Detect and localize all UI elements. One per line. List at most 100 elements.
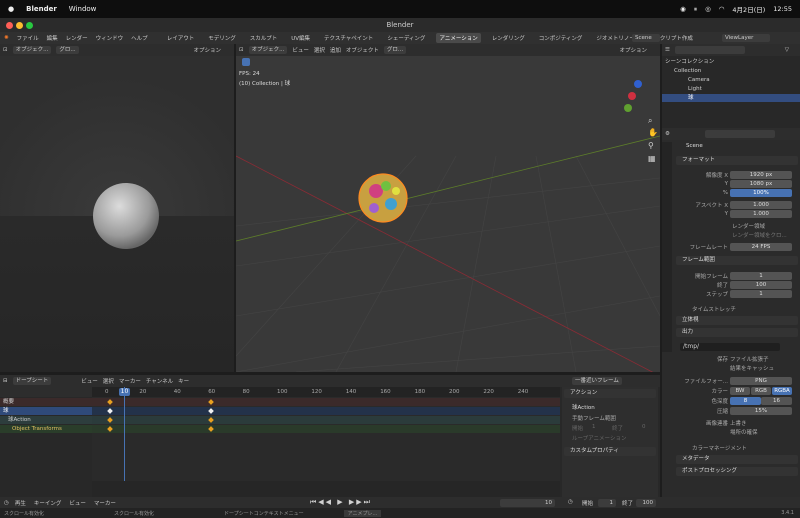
menu-edit[interactable]: 編集 [47,34,58,42]
compress-slider[interactable]: 15% [730,406,792,415]
tab-uv[interactable]: UV編集 [288,33,313,43]
playhead[interactable] [124,387,125,481]
tab-shading[interactable]: シェーディング [384,33,428,43]
maximize-window-button[interactable] [26,22,33,29]
channel-transforms[interactable]: Object Transforms [0,425,92,433]
hand-icon[interactable]: ✋ [648,128,658,137]
dopesheet-type-icon[interactable]: ⊟ [3,378,8,384]
end-frame-field[interactable]: 100 [636,498,656,507]
eye-icon[interactable]: ◎ [705,5,711,13]
output-path-field[interactable]: /tmp/ [680,343,780,351]
framerate-select[interactable]: 24 FPS [730,242,792,251]
ds-menu-select[interactable]: 選択 [103,377,114,385]
current-frame-field[interactable]: 10 [500,498,555,507]
custom-props-panel[interactable]: カスタムプロパティ [564,447,656,456]
color-rgba-button[interactable]: RGBA [772,386,792,395]
channel-summary[interactable]: 概要 [0,398,92,406]
tl-view-menu[interactable]: ビュー [69,499,86,507]
close-window-button[interactable] [6,22,13,29]
format-panel[interactable]: フォーマット [676,156,798,165]
cyclic-checkbox[interactable]: ループアニメーション [572,434,626,442]
snap-select[interactable]: 一番近いフレーム [572,377,622,385]
filter-icon[interactable]: ▽ [785,47,789,53]
cache-checkbox[interactable]: 結果をキャッシュ [730,364,774,372]
channel-action[interactable]: 球Action [0,416,92,424]
depth-16-button[interactable]: 16 [761,396,792,405]
menu-add[interactable]: 追加 [330,46,341,54]
playback-controls[interactable]: ⏮◀◀ ▶ ▶▶⏭ [310,498,372,507]
action-panel-title[interactable]: アクション [564,389,656,398]
main-editor-type-icon[interactable]: ⊡ [239,47,244,53]
menu-view[interactable]: ビュー [292,46,309,54]
menu-window[interactable]: ウィンドウ [96,34,124,42]
menu-file[interactable]: ファイル [17,34,39,42]
time-stretch-panel[interactable]: タイムストレッチ [692,305,736,313]
resolution-percent-field[interactable]: 100% [730,188,792,197]
left-shading-select[interactable]: グロ... [56,46,79,54]
action-name-field[interactable]: 球Action [572,403,595,411]
tab-sculpt[interactable]: スカルプト [247,33,281,43]
current-frame-indicator[interactable]: 10 [119,388,130,396]
minimize-window-button[interactable] [16,22,23,29]
start-frame-field[interactable]: 1 [598,498,616,507]
main-orientation-select[interactable]: グロ... [383,46,407,54]
frame-step-field[interactable]: 1 [730,289,792,298]
res-y-field[interactable]: 1080 px [730,179,792,188]
color-bw-button[interactable]: BW [730,386,750,395]
ds-menu-channel[interactable]: チャンネル [146,377,173,385]
timeline-type-icon[interactable]: ◷ [4,500,9,506]
outliner-sphere[interactable]: 球 [662,94,800,102]
stereo-panel[interactable]: 立体視 [676,316,798,325]
file-ext-checkbox[interactable]: ファイル拡張子 [730,355,769,363]
overwrite-checkbox[interactable]: 上書き [730,419,747,427]
wifi-icon[interactable]: ◠ [719,5,725,13]
crop-checkbox[interactable]: レンダー領域をクロ... [732,231,787,239]
editor-type-icon[interactable]: ⊡ [3,47,8,53]
frame-end-field[interactable]: 100 [730,280,792,289]
main-mode-select[interactable]: オブジェク... [248,46,288,54]
frame-range-panel[interactable]: フレーム範囲 [676,256,798,265]
properties-type-icon[interactable]: ⚙ [665,131,670,137]
camera-viewport[interactable] [0,56,234,372]
menu-render[interactable]: レンダー [66,34,88,42]
properties-search[interactable] [704,130,775,138]
main-options[interactable]: オプション [619,46,647,54]
grid-icon[interactable]: ▦ [648,154,656,163]
outliner-type-icon[interactable]: ☰ [665,47,670,53]
ds-menu-key[interactable]: キー [178,377,189,385]
menu-select[interactable]: 選択 [314,46,325,54]
window-menu[interactable]: Window [69,5,97,13]
pause-icon[interactable]: ⏸ [694,5,697,14]
depth-8-button[interactable]: 8 [730,396,761,405]
frame-start-field[interactable]: 1 [730,271,792,280]
tab-rendering[interactable]: レンダリング [489,33,528,43]
action-end-value[interactable]: 0 [642,424,646,430]
outliner-collection[interactable]: Collection [662,67,800,75]
channel-object[interactable]: 球 [0,407,92,415]
aspect-x-field[interactable]: 1.000 [730,200,792,209]
placeholders-checkbox[interactable]: 場所の確保 [730,428,758,436]
action-start-value[interactable]: 1 [592,424,596,430]
outliner-camera[interactable]: Camera [662,76,800,84]
outliner-search[interactable] [674,46,745,54]
outliner-light[interactable]: Light [662,85,800,93]
render-region-checkbox[interactable]: レンダー領域 [732,222,765,230]
channel-search[interactable] [0,387,92,397]
tab-compositing[interactable]: コンポジティング [536,33,586,43]
output-panel[interactable]: 出力 [676,328,798,337]
left-mode-select[interactable]: オブジェク... [12,46,52,54]
menu-help[interactable]: ヘルプ [131,34,148,42]
file-format-select[interactable]: PNG [730,376,792,385]
ds-menu-marker[interactable]: マーカー [119,377,141,385]
playback-menu[interactable]: 再生 [15,499,26,507]
tab-texture-paint[interactable]: テクスチャペイント [321,33,376,43]
metadata-panel[interactable]: メタデータ [676,455,798,464]
aspect-y-field[interactable]: 1.000 [730,209,792,218]
main-select-tool-icon[interactable] [242,58,250,66]
left-options[interactable]: オプション [193,46,221,54]
manual-range-checkbox[interactable]: 手動フレーム範囲 [572,414,616,422]
keying-menu[interactable]: キーイング [34,499,62,507]
app-menu[interactable]: Blender [26,5,57,13]
main-3d-viewport[interactable]: FPS: 24 (10) Collection | 球 ⌕ ✋ ⚲ ▦ [236,56,660,372]
camera-icon[interactable]: ⚲ [648,141,654,150]
